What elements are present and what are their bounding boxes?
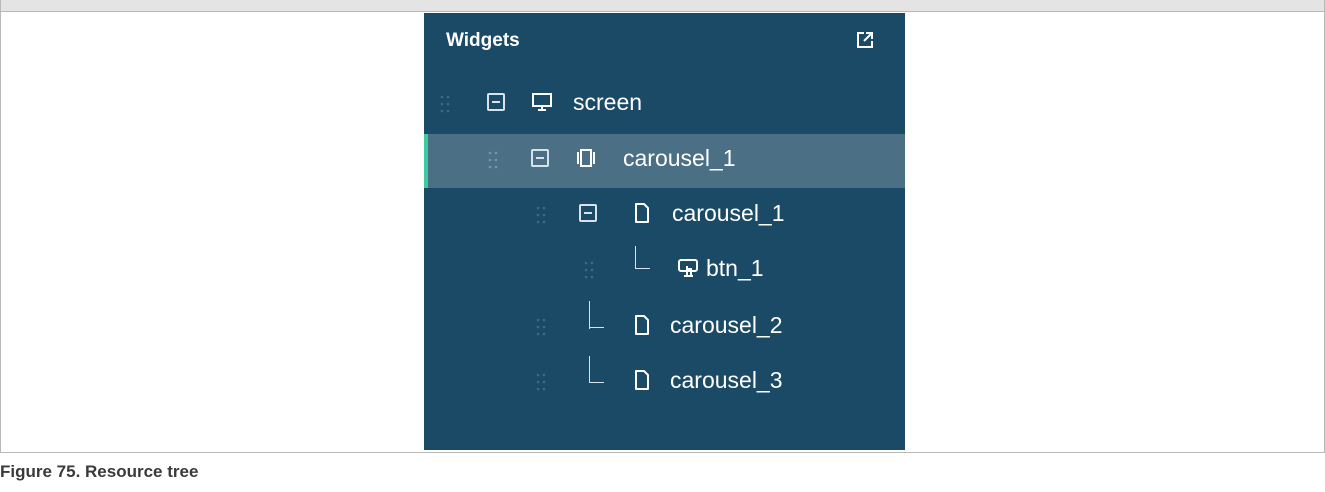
collapse-icon[interactable] — [487, 93, 505, 111]
widgets-panel: Widgets screen carousel_1 carousel_1 btn… — [424, 13, 905, 450]
page-icon — [631, 202, 653, 224]
tree-connector — [589, 356, 604, 383]
collapse-icon[interactable] — [531, 149, 549, 167]
tree-connector — [635, 246, 650, 269]
panel-title: Widgets — [446, 30, 520, 51]
tree-label: screen — [573, 89, 643, 115]
tree-row-page-carousel-1[interactable]: carousel_1 — [424, 189, 905, 243]
button-icon — [677, 257, 699, 279]
tree-label: carousel_3 — [670, 367, 783, 393]
tree-row-carousel-3[interactable]: carousel_3 — [424, 356, 905, 410]
popout-icon[interactable] — [856, 31, 874, 49]
page-icon — [631, 314, 653, 336]
monitor-icon — [531, 91, 553, 113]
collapse-icon[interactable] — [579, 204, 597, 222]
panel-header: Widgets — [424, 13, 905, 69]
tree-row-carousel-1[interactable]: carousel_1 — [424, 134, 905, 188]
tree-connector — [589, 301, 604, 328]
drag-handle-icon[interactable] — [536, 317, 546, 337]
tree-label: carousel_1 — [623, 145, 736, 171]
carousel-icon — [575, 147, 597, 169]
tree-row-btn-1[interactable]: btn_1 — [424, 244, 905, 298]
tree-label: carousel_2 — [670, 312, 783, 338]
drag-handle-icon[interactable] — [536, 205, 546, 225]
tree-row-screen[interactable]: screen — [424, 78, 905, 132]
figure-caption: Figure 75. Resource tree — [0, 462, 199, 481]
page-icon — [631, 369, 653, 391]
selection-indicator — [424, 134, 428, 188]
drag-handle-icon[interactable] — [584, 260, 594, 280]
drag-handle-icon[interactable] — [440, 94, 450, 114]
tree-label: carousel_1 — [672, 200, 785, 226]
drag-handle-icon[interactable] — [488, 150, 498, 170]
tree-row-carousel-2[interactable]: carousel_2 — [424, 301, 905, 355]
drag-handle-icon[interactable] — [536, 372, 546, 392]
tree-label: btn_1 — [706, 255, 764, 281]
